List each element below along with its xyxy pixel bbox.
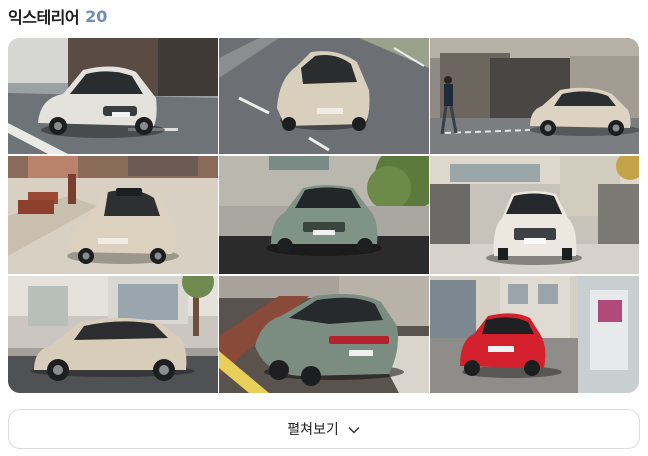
- gallery-image-4[interactable]: [8, 156, 218, 274]
- expand-button-label: 펼쳐보기: [287, 422, 339, 438]
- gallery-image-6[interactable]: [430, 156, 639, 274]
- expand-button[interactable]: 펼쳐보기: [8, 409, 640, 449]
- section-title: 익스테리어: [8, 8, 80, 27]
- image-count: 20: [85, 6, 108, 26]
- gallery-image-8[interactable]: [219, 276, 429, 393]
- gallery-image-3[interactable]: [430, 38, 639, 154]
- gallery-image-9[interactable]: [430, 276, 639, 393]
- image-gallery: [8, 38, 639, 393]
- chevron-down-icon: [347, 422, 361, 436]
- gallery-image-7[interactable]: [8, 276, 218, 393]
- gallery-image-1[interactable]: [8, 38, 218, 154]
- section-header: 익스테리어 20: [8, 4, 107, 28]
- gallery-image-2[interactable]: [219, 38, 429, 154]
- gallery-image-5[interactable]: [219, 156, 429, 274]
